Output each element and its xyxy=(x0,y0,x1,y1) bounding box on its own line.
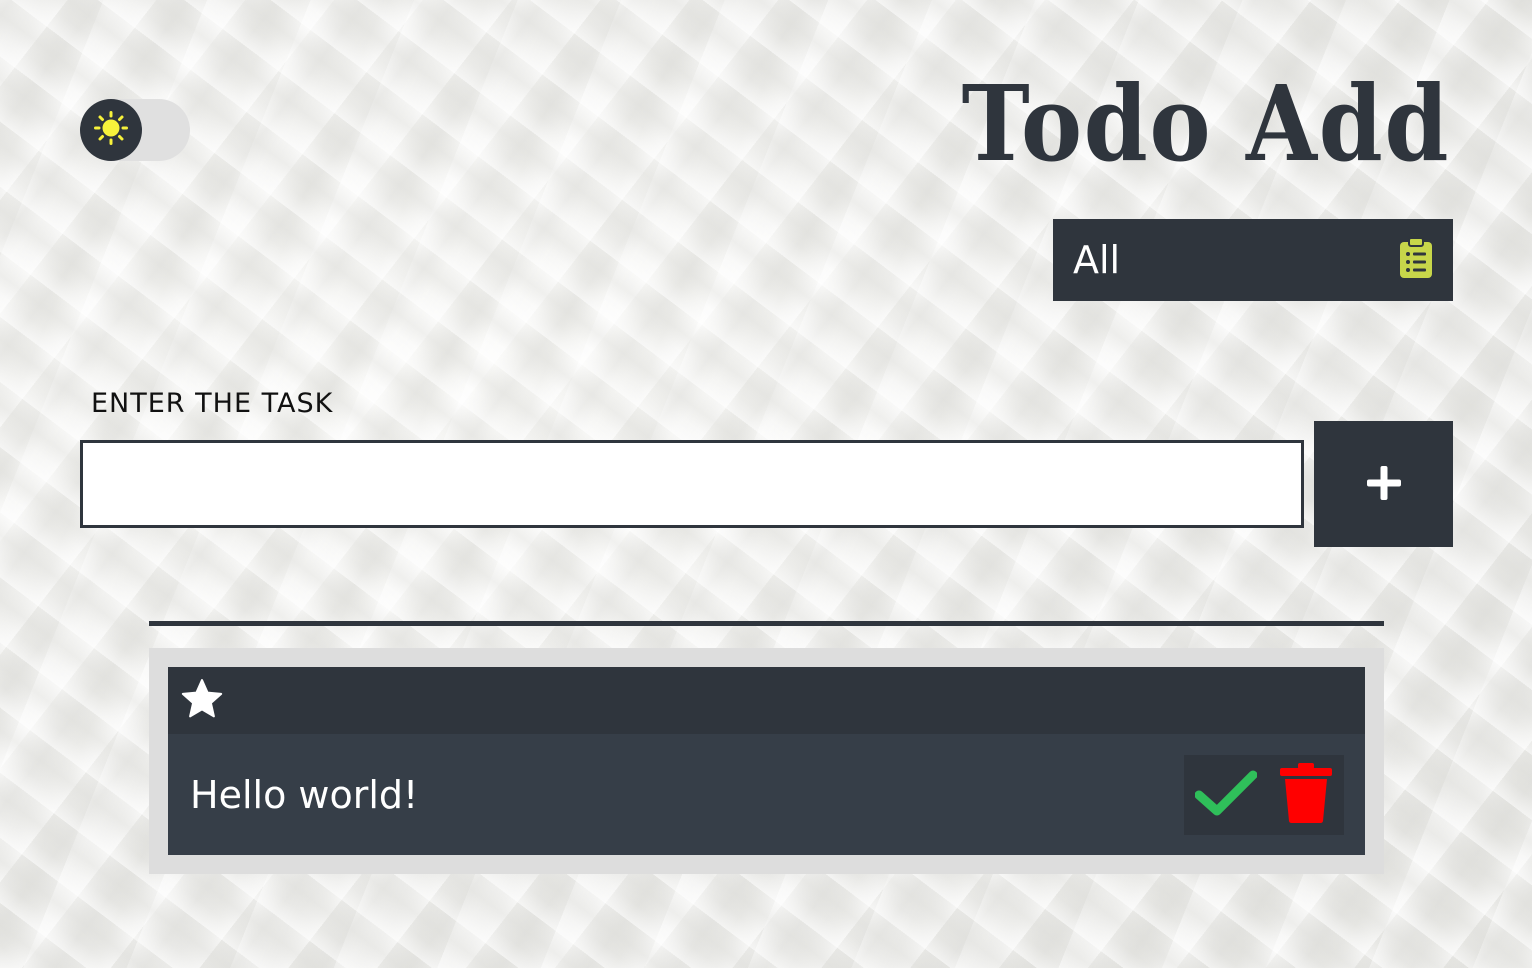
todo-list: Hello world! xyxy=(149,648,1384,874)
delete-button[interactable] xyxy=(1279,762,1333,827)
app-title: Todo Add xyxy=(961,62,1450,185)
filter-select[interactable]: All xyxy=(1053,219,1453,301)
plus-icon xyxy=(1365,464,1403,505)
theme-toggle-knob[interactable] xyxy=(80,99,142,161)
trash-icon xyxy=(1279,762,1333,827)
filter-selected-label: All xyxy=(1073,238,1121,282)
todo-text: Hello world! xyxy=(190,772,419,817)
list-divider xyxy=(149,621,1384,626)
todo-item-header xyxy=(168,667,1365,734)
task-input[interactable] xyxy=(80,440,1304,528)
theme-toggle[interactable] xyxy=(80,99,190,161)
check-icon xyxy=(1194,769,1258,820)
todo-item-body: Hello world! xyxy=(168,734,1365,855)
todo-item: Hello world! xyxy=(168,667,1365,855)
star-icon xyxy=(180,678,224,723)
task-input-label: ENTER THE TASK xyxy=(91,388,334,419)
star-button[interactable] xyxy=(180,678,224,723)
sun-icon xyxy=(94,111,128,149)
complete-button[interactable] xyxy=(1194,769,1258,820)
todo-actions xyxy=(1184,754,1344,835)
add-task-button[interactable] xyxy=(1314,421,1453,547)
clipboard-list-icon xyxy=(1399,237,1433,283)
